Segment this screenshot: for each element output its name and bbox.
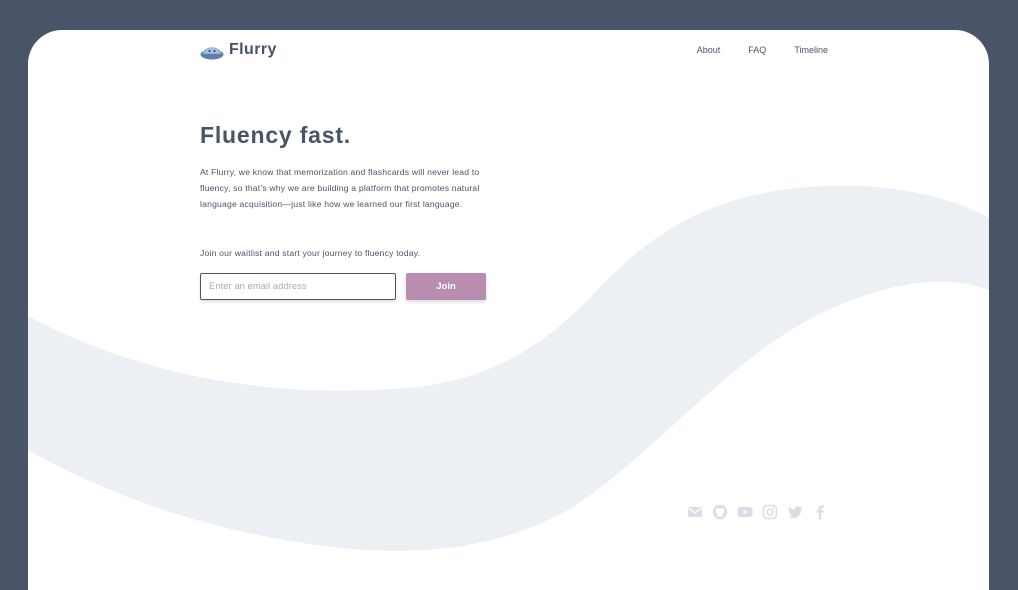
main-nav: About FAQ Timeline: [669, 45, 828, 55]
hero-description: At Flurry, we know that memorization and…: [200, 167, 480, 209]
brand-name: Flurry: [229, 41, 277, 58]
background-wave: [28, 185, 989, 551]
instagram-icon[interactable]: [762, 504, 778, 520]
hero-title: Fluency fast.: [200, 122, 351, 148]
nav-link-timeline[interactable]: Timeline: [794, 45, 828, 55]
brand-logo[interactable]: Flurry: [200, 40, 277, 60]
nav-link-about[interactable]: About: [697, 45, 721, 55]
nav-link-faq[interactable]: FAQ: [748, 45, 766, 55]
facebook-icon[interactable]: [812, 504, 828, 520]
waitlist-text: Join our waitlist and start your journey…: [200, 248, 421, 258]
join-button[interactable]: Join: [406, 273, 486, 300]
page-surface: Flurry About FAQ Timeline Fluency fast. …: [28, 30, 989, 590]
github-icon[interactable]: [712, 504, 728, 520]
mail-icon[interactable]: [687, 504, 703, 520]
flurry-logo-icon: [200, 47, 224, 60]
site-header: Flurry About FAQ Timeline: [200, 40, 828, 64]
twitter-icon[interactable]: [787, 504, 803, 520]
email-input[interactable]: [200, 273, 396, 300]
social-links: [687, 504, 837, 520]
youtube-icon[interactable]: [737, 504, 753, 520]
